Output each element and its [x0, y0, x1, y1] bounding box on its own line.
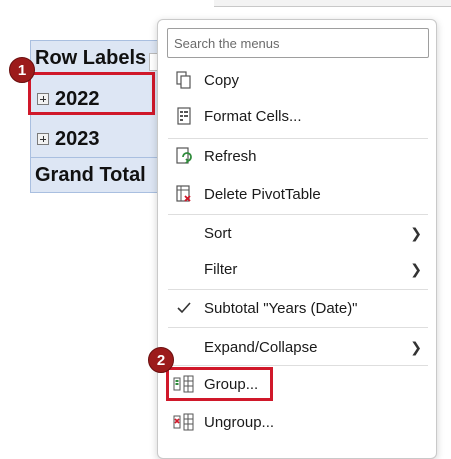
- menu-item-label: Ungroup...: [204, 413, 275, 431]
- menu-item-label: Refresh: [204, 147, 257, 165]
- menu-item-refresh[interactable]: Refresh: [158, 138, 436, 174]
- menu-item-label: Expand/Collapse: [204, 338, 318, 356]
- copy-icon: [173, 69, 195, 91]
- grand-total-row[interactable]: Grand Total: [31, 157, 167, 193]
- chevron-right-icon: ❯: [410, 338, 422, 355]
- menu-item-label: Subtotal "Years (Date)": [204, 299, 358, 317]
- pivot-table: Row Labels 2022 2023 Grand Total: [30, 40, 167, 193]
- highlight-box-2022: [28, 72, 155, 115]
- ungroup-icon: [173, 411, 195, 433]
- menu-item-ungroup[interactable]: Ungroup...: [158, 404, 436, 440]
- chevron-right-icon: ❯: [410, 260, 422, 277]
- pivot-row-2023[interactable]: 2023: [31, 119, 167, 159]
- chevron-right-icon: ❯: [410, 224, 422, 241]
- step-badge-1: 1: [9, 57, 35, 83]
- highlight-box-group: [166, 367, 273, 401]
- refresh-icon: [173, 145, 195, 167]
- step-badge-2: 2: [148, 347, 174, 373]
- menu-item-filter[interactable]: Filter ❯: [158, 251, 436, 287]
- menu-item-label: Format Cells...: [204, 107, 302, 125]
- expand-icon[interactable]: [37, 133, 49, 145]
- menu-item-copy[interactable]: Copy: [158, 62, 436, 98]
- menu-separator: [168, 327, 428, 328]
- pivot-row-label: 2023: [55, 127, 100, 150]
- menu-item-format-cells[interactable]: Format Cells...: [158, 98, 436, 134]
- row-labels-text: Row Labels: [35, 47, 147, 69]
- checkmark-icon: [173, 297, 195, 319]
- search-menus-input[interactable]: [167, 28, 429, 58]
- menu-item-delete-pivottable[interactable]: Delete PivotTable: [158, 176, 436, 212]
- menu-item-label: Filter: [204, 260, 238, 278]
- grand-total-label: Grand Total: [35, 164, 146, 186]
- format-cells-icon: [173, 105, 195, 127]
- menu-item-sort[interactable]: Sort ❯: [158, 215, 436, 251]
- menu-item-subtotal[interactable]: Subtotal "Years (Date)": [158, 290, 436, 326]
- menu-item-expand-collapse[interactable]: Expand/Collapse ❯: [158, 329, 436, 365]
- ribbon-edge: [214, 0, 451, 7]
- menu-item-label: Delete PivotTable: [204, 185, 321, 203]
- delete-pivottable-icon: [173, 183, 195, 205]
- menu-item-label: Sort: [204, 224, 232, 242]
- menu-item-label: Copy: [204, 71, 240, 89]
